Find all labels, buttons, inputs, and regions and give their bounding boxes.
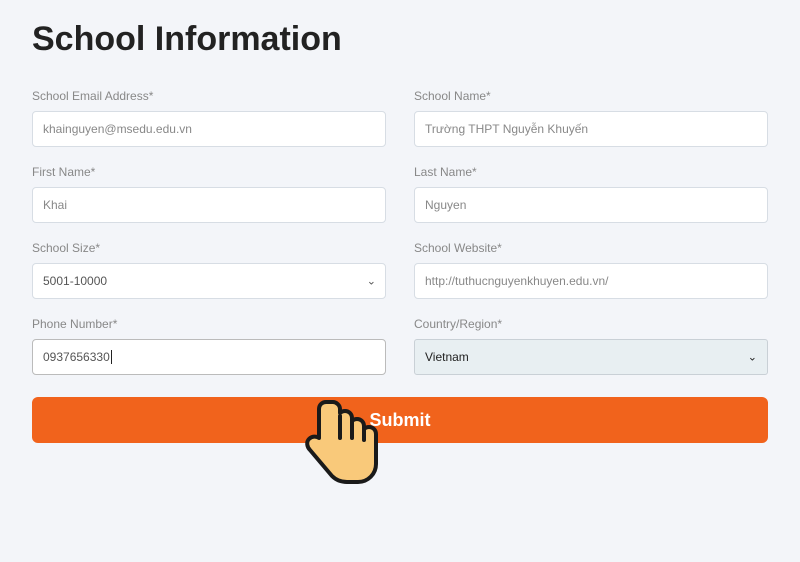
select-country-value: Vietnam: [425, 350, 469, 364]
field-school-name: School Name*: [414, 89, 768, 147]
form-grid: School Email Address* School Name* First…: [32, 89, 768, 375]
label-website: School Website*: [414, 241, 768, 255]
label-phone: Phone Number*: [32, 317, 386, 331]
input-phone-value: 0937656330: [43, 350, 110, 364]
submit-button[interactable]: Submit: [32, 397, 768, 443]
field-last-name: Last Name*: [414, 165, 768, 223]
select-school-size[interactable]: ⌄: [32, 263, 386, 299]
field-email: School Email Address*: [32, 89, 386, 147]
label-school-size: School Size*: [32, 241, 386, 255]
select-country[interactable]: Vietnam ⌄: [414, 339, 768, 375]
field-phone: Phone Number* 0937656330: [32, 317, 386, 375]
label-country: Country/Region*: [414, 317, 768, 331]
select-school-size-value[interactable]: [32, 263, 386, 299]
label-last-name: Last Name*: [414, 165, 768, 179]
page-title: School Information: [32, 20, 768, 59]
form-container: School Information School Email Address*…: [0, 0, 800, 443]
label-first-name: First Name*: [32, 165, 386, 179]
label-school-name: School Name*: [414, 89, 768, 103]
input-last-name[interactable]: [414, 187, 768, 223]
chevron-down-icon: ⌄: [748, 351, 757, 364]
input-website[interactable]: [414, 263, 768, 299]
field-country: Country/Region* Vietnam ⌄: [414, 317, 768, 375]
text-caret: [111, 350, 112, 364]
field-first-name: First Name*: [32, 165, 386, 223]
input-school-name[interactable]: [414, 111, 768, 147]
input-phone[interactable]: 0937656330: [32, 339, 386, 375]
input-first-name[interactable]: [32, 187, 386, 223]
field-website: School Website*: [414, 241, 768, 299]
field-school-size: School Size* ⌄: [32, 241, 386, 299]
input-email[interactable]: [32, 111, 386, 147]
label-email: School Email Address*: [32, 89, 386, 103]
